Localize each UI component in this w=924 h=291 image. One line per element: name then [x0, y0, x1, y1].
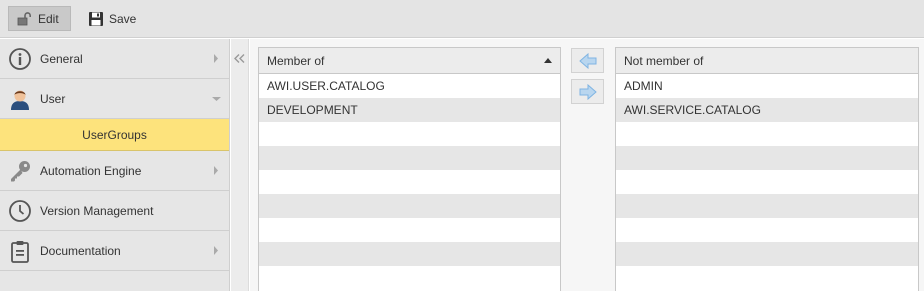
sidebar-collapse-bar[interactable] — [231, 39, 249, 291]
table-row — [616, 266, 918, 290]
clipboard-icon — [7, 238, 33, 264]
table-row — [616, 146, 918, 170]
member-of-header[interactable]: Member of — [259, 48, 560, 74]
save-label: Save — [109, 11, 137, 26]
table-row — [616, 218, 918, 242]
double-chevron-left-icon[interactable] — [234, 54, 245, 63]
sidebar-item-label: Automation Engine — [40, 163, 142, 178]
table-row[interactable]: ADMIN — [616, 74, 918, 98]
member-of-grid: Member of AWI.USER.CATALOG DEVELOPMENT — [258, 47, 561, 291]
sidebar-item-label: User — [40, 91, 66, 106]
table-row — [616, 194, 918, 218]
not-member-of-header[interactable]: Not member of — [616, 48, 918, 74]
sidebar-item-automation-engine[interactable]: Automation Engine — [0, 151, 229, 191]
user-icon — [7, 86, 33, 112]
table-row — [616, 122, 918, 146]
key-icon — [7, 158, 33, 184]
sort-ascending-icon — [544, 58, 552, 63]
move-to-member-button[interactable] — [571, 48, 604, 73]
table-row[interactable]: AWI.USER.CATALOG — [259, 74, 560, 98]
edit-button[interactable]: Edit — [8, 6, 71, 31]
chevron-right-icon — [214, 166, 218, 175]
sidebar-item-label: Version Management — [40, 203, 154, 218]
chevron-down-icon — [212, 97, 221, 101]
unlock-icon — [17, 11, 31, 25]
table-row — [616, 242, 918, 266]
table-row — [259, 170, 560, 194]
table-row — [259, 194, 560, 218]
chevron-right-icon — [214, 246, 218, 255]
table-row — [259, 266, 560, 290]
sidebar-subitem-usergroups[interactable]: UserGroups — [0, 119, 229, 151]
main-content: Member of AWI.USER.CATALOG DEVELOPMENT N… — [250, 39, 924, 291]
not-member-of-grid: Not member of ADMIN AWI.SERVICE.CATALOG — [615, 47, 919, 291]
floppy-disk-icon — [89, 11, 103, 26]
table-row — [616, 170, 918, 194]
sidebar-item-user[interactable]: User — [0, 79, 229, 119]
table-row — [259, 122, 560, 146]
save-button[interactable]: Save — [80, 6, 144, 31]
column-header-label: Member of — [267, 53, 325, 68]
table-row[interactable]: AWI.SERVICE.CATALOG — [616, 98, 918, 122]
sidebar-item-version-management[interactable]: Version Management — [0, 191, 229, 231]
table-row — [259, 146, 560, 170]
arrow-left-icon — [578, 52, 596, 69]
toolbar: Edit Save — [0, 0, 924, 38]
move-to-not-member-button[interactable] — [571, 79, 604, 104]
clock-icon — [7, 198, 33, 224]
table-row — [259, 242, 560, 266]
sidebar-item-documentation[interactable]: Documentation — [0, 231, 229, 271]
sidebar: General User UserGroups Automation Engin… — [0, 39, 230, 291]
column-header-label: Not member of — [624, 53, 704, 68]
sidebar-item-label: General — [40, 51, 83, 66]
edit-label: Edit — [38, 11, 59, 26]
sidebar-item-general[interactable]: General — [0, 39, 229, 79]
table-row[interactable]: DEVELOPMENT — [259, 98, 560, 122]
sidebar-item-label: Documentation — [40, 243, 121, 258]
info-icon — [7, 46, 33, 72]
table-row — [259, 218, 560, 242]
arrow-right-icon — [579, 83, 597, 100]
chevron-right-icon — [214, 54, 218, 63]
